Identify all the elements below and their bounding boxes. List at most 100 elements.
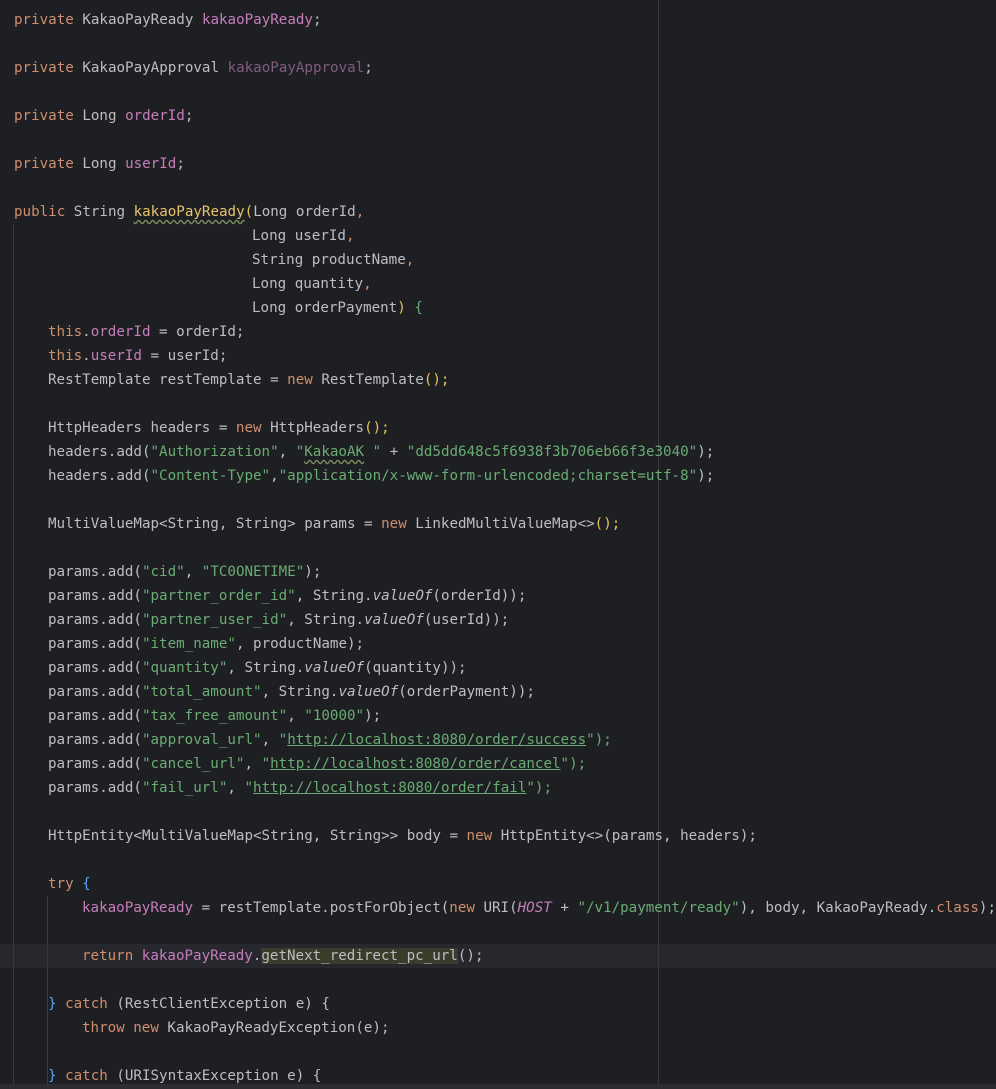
punctuation: , [363, 276, 372, 292]
code-editor[interactable]: private KakaoPayReady kakaoPayReady; pri… [0, 0, 996, 1089]
string-literal: "Authorization" [150, 444, 279, 460]
operator: + [381, 444, 407, 460]
url-link[interactable]: http://localhost:8080/order/success [287, 732, 586, 748]
brace: } [48, 996, 66, 1012]
code-line[interactable]: private KakaoPayReady kakaoPayReady; [14, 8, 322, 32]
string-literal: " [244, 780, 254, 796]
punctuation: (); [594, 516, 621, 532]
field-name: kakaoPayReady [141, 948, 253, 964]
code-line[interactable]: params.add("cid", "TC0ONETIME"); [48, 560, 321, 584]
string-literal: "fail_url" [141, 780, 228, 796]
code-line[interactable]: params.add("partner_order_id", String.va… [48, 584, 526, 608]
code-line[interactable]: headers.add("Content-Type","application/… [48, 464, 714, 488]
string-literal: "total_amount" [141, 684, 262, 700]
keyword: this [48, 348, 83, 364]
code-line[interactable]: params.add("fail_url", "http://localhost… [48, 776, 552, 800]
code-line[interactable]: Long orderPayment) { [252, 296, 423, 320]
punctuation: (); [457, 948, 484, 964]
code-line[interactable]: MultiValueMap<String, String> params = n… [48, 512, 620, 536]
field-name: kakaoPayReady [82, 900, 194, 916]
code-text: = restTemplate.postForObject( [193, 900, 450, 916]
string-literal: "cancel_url" [141, 756, 245, 772]
static-method: valueOf [304, 660, 365, 676]
code-line[interactable]: String productName, [252, 248, 414, 272]
code-line[interactable]: this.orderId = orderId; [48, 320, 244, 344]
keyword: catch [65, 996, 108, 1012]
code-line[interactable]: Long userId, [252, 224, 355, 248]
param-name: orderPayment [294, 300, 398, 316]
code-text: MultiValueMap<String, String> params = [48, 516, 382, 532]
field-name: userId [125, 156, 177, 172]
code-line[interactable]: return kakaoPayReady.getNext_redirect_pc… [82, 944, 483, 968]
code-line[interactable]: private KakaoPayApproval kakaoPayApprova… [14, 56, 373, 80]
param-name: orderId [295, 204, 356, 220]
punctuation: "); [526, 780, 552, 796]
punctuation: ; [184, 108, 194, 124]
code-line[interactable]: try { [48, 872, 91, 896]
keyword: return [82, 948, 134, 964]
string-literal: "Content-Type" [150, 468, 271, 484]
static-method: valueOf [364, 612, 424, 628]
code-line[interactable]: kakaoPayReady = restTemplate.postForObje… [82, 896, 996, 920]
code-line[interactable]: private Long orderId; [14, 104, 193, 128]
code-line[interactable]: } catch (RestClientException e) { [48, 992, 330, 1016]
code-line[interactable]: private Long userId; [14, 152, 185, 176]
code-line[interactable]: params.add("cancel_url", "http://localho… [48, 752, 586, 776]
code-line[interactable]: throw new KakaoPayReadyException(e); [82, 1016, 390, 1040]
keyword: try [48, 876, 74, 892]
code-text: params.add( [48, 756, 142, 772]
keyword: new [287, 372, 313, 388]
code-line[interactable]: HttpHeaders headers = new HttpHeaders(); [48, 416, 390, 440]
punctuation: ; [312, 12, 322, 28]
keyword: new [466, 828, 493, 844]
code-text: KakaoPayReadyException(e); [158, 1020, 390, 1036]
punctuation: "); [560, 756, 587, 772]
string-literal: "partner_order_id" [141, 588, 296, 604]
keyword: private [14, 156, 74, 172]
punctuation: ); [492, 612, 510, 628]
code-line[interactable]: RestTemplate restTemplate = new RestTemp… [48, 368, 449, 392]
url-link[interactable]: http://localhost:8080/order/cancel [270, 756, 560, 772]
code-line[interactable]: headers.add("Authorization", "KakaoAK " … [48, 440, 714, 464]
code-line[interactable]: } catch (URISyntaxException e) { [48, 1064, 321, 1088]
code-text: HttpHeaders headers = [48, 420, 236, 436]
url-link[interactable]: http://localhost:8080/order/fail [253, 780, 526, 796]
code-line[interactable]: params.add("tax_free_amount", "10000"); [48, 704, 381, 728]
keyword: new [133, 1020, 159, 1036]
punctuation: ); [978, 900, 996, 916]
punctuation: , [287, 708, 305, 724]
code-line[interactable]: Long quantity, [252, 272, 372, 296]
string-literal: "TC0ONETIME" [201, 564, 305, 580]
punctuation: ; [176, 156, 185, 172]
punctuation: (); [364, 420, 390, 436]
code-line[interactable]: params.add("item_name", productName); [48, 632, 364, 656]
code-line[interactable]: HttpEntity<MultiValueMap<String, String>… [48, 824, 757, 848]
code-line[interactable]: params.add("partner_user_id", String.val… [48, 608, 509, 632]
code-line[interactable]: params.add("quantity", String.valueOf(qu… [48, 656, 467, 680]
code-text: productName [253, 636, 347, 652]
keyword: private [14, 60, 74, 76]
string-literal: "10000" [304, 708, 365, 724]
highlighted-method[interactable]: getNext_redirect_pc_url [261, 948, 458, 964]
code-line[interactable]: this.userId = userId; [48, 344, 227, 368]
string-literal: " [278, 732, 288, 748]
string-literal: " [295, 444, 305, 460]
type-name: KakaoPayReady [82, 12, 194, 28]
code-line[interactable]: public String kakaoPayReady(Long orderId… [14, 200, 364, 224]
punctuation: "); [586, 732, 612, 748]
code-line[interactable]: params.add("total_amount", String.valueO… [48, 680, 535, 704]
param-name: quantity [294, 276, 364, 292]
keyword: private [14, 12, 74, 28]
keyword: private [14, 108, 74, 124]
paren: ) [397, 300, 406, 316]
code-text: params.add( [48, 612, 142, 628]
code-text: (URISyntaxException e) { [107, 1068, 322, 1084]
code-text: params.add( [48, 588, 142, 604]
punctuation: (); [423, 372, 450, 388]
code-line[interactable]: params.add("approval_url", "http://local… [48, 728, 612, 752]
operator: + [551, 900, 578, 916]
code-text: params.add( [48, 732, 142, 748]
code-text: params.add( [48, 660, 142, 676]
punctuation: , [270, 468, 279, 484]
keyword: class [936, 900, 979, 916]
